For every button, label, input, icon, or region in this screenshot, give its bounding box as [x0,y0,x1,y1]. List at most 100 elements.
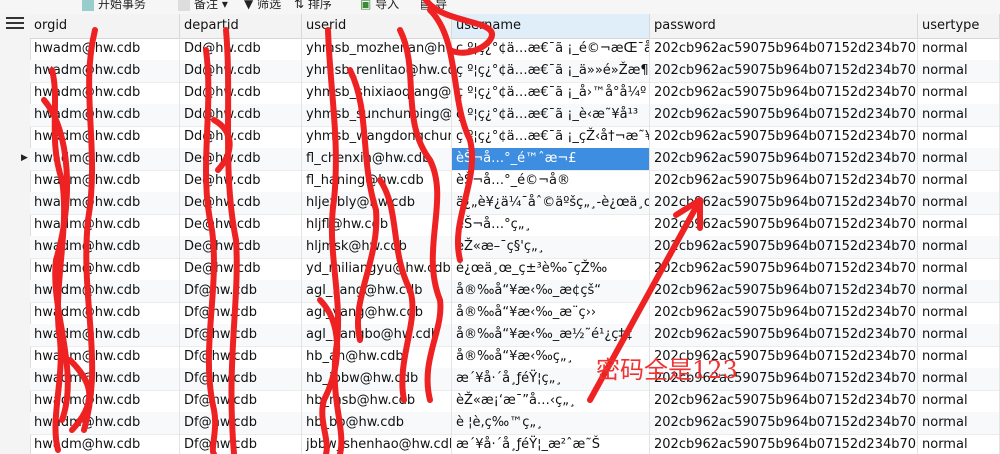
export-button[interactable]: ▤ 导 [420,0,447,12]
cell-username[interactable]: èŠ¬å…°_é™ˆæ¬£ [452,148,650,170]
column-header-userid[interactable]: userid [302,14,452,38]
table-row[interactable]: hwadm@hw.cdbDd@hw.cdbyhmsb_sunchunping@h… [30,104,1000,127]
cell-departid[interactable]: Df@hw.cdb [180,390,302,412]
memo-button[interactable]: 备注 ▾ [178,0,228,12]
cell-usertype[interactable]: normal [918,302,1000,324]
table-row[interactable]: hwadm@hw.cdbDd@hw.cdbyhmsb_mozhenan@hw.c… [30,38,1000,61]
table-row[interactable]: hwadm@hw.cdb De@hw.cdb hljexbly@hw.cdb ä¿„è… [30,192,1000,215]
cell-departid[interactable]: Df@hw.cdb [180,302,302,324]
cell-departid[interactable]: Dd@hw.cdb [180,104,302,126]
cell-password[interactable]: 202cb962ac59075b964b07152d234b70 [650,214,918,236]
cell-orgid[interactable]: hwadm@hw.cdb [30,390,180,412]
cell-usertype[interactable]: normal [918,258,1000,280]
cell-departid[interactable]: De@hw.cdb [180,214,302,236]
cell-password[interactable]: 202cb962ac59075b964b07152d234b70 [650,192,918,214]
cell-usertype[interactable]: normal [918,192,1000,214]
cell-password[interactable]: 202cb962ac59075b964b07152d234b70 [650,390,918,412]
cell-departid[interactable]: Df@hw.cdb [180,368,302,390]
table-row[interactable]: hwadm@hw.cdb Df@hw.cdb hb_bp@hw.cdb è ¦è,ç‰… [30,412,1000,435]
cell-departid[interactable]: Dd@hw.cdb [180,38,302,60]
cell-orgid[interactable]: hwadm@hw.cdb [30,346,180,368]
table-row[interactable]: hwadm@hw.cdb De@hw.cdb hljfl@hw.cdb èŠ¬å…°ç… [30,214,1000,237]
cell-userid[interactable]: hb_an@hw.cdb [302,346,452,368]
sort-button[interactable]: ⇅ 排序 [294,0,332,12]
menu-icon[interactable] [6,17,24,19]
cell-usertype[interactable]: normal [918,346,1000,368]
cell-usertype[interactable]: normal [918,148,1000,170]
column-header-username[interactable]: username [452,14,650,38]
table-row[interactable]: hwadm@hw.cdb De@hw.cdb fl_chenxin@hw.cdb èŠ… [30,148,1000,171]
cell-orgid[interactable]: hwadm@hw.cdb [30,104,180,126]
cell-password[interactable]: 202cb962ac59075b964b07152d234b70 [650,302,918,324]
cell-usertype[interactable]: normal [918,214,1000,236]
cell-password[interactable]: 202cb962ac59075b964b07152d234b70 [650,412,918,434]
cell-userid[interactable]: agl_yangbo@hw.cdb [302,324,452,346]
cell-departid[interactable]: Df@hw.cdb [180,280,302,302]
cell-username[interactable]: å®‰å“¥æ‹‰_æ¢çš“ [452,280,650,302]
table-row[interactable]: hwadm@hw.cdb Df@hw.cdb hb_an@hw.cdb å®‰å“¥æ… [30,346,1000,369]
cell-userid[interactable]: yhmsb_renlitao@hw.cdb [302,60,452,82]
cell-userid[interactable]: agl_yang@hw.cdb [302,302,452,324]
column-header-usertype[interactable]: usertype [918,14,1000,38]
import-button[interactable]: ▣ 导入 [360,0,399,12]
cell-username[interactable]: å®‰å“¥æ‹‰_æ¨ç›› [452,302,650,324]
cell-password[interactable]: 202cb962ac59075b964b07152d234b70 [650,170,918,192]
cell-password[interactable]: 202cb962ac59075b964b07152d234b70 [650,126,918,148]
cell-password[interactable]: 202cb962ac59075b964b07152d234b70 [650,324,918,346]
cell-username[interactable]: æ´¥å·´å¸ƒéŸ¦_æ²ˆæ˜Š [452,434,650,454]
cell-password[interactable]: 202cb962ac59075b964b07152d234b70 [650,258,918,280]
table-row[interactable]: hwadm@hw.cdb Df@hw.cdb agl_yangbo@hw.cdb å®… [30,324,1000,347]
cell-password[interactable]: 202cb962ac59075b964b07152d234b70 [650,236,918,258]
cell-departid[interactable]: Dd@hw.cdb [180,60,302,82]
cell-departid[interactable]: Df@hw.cdb [180,412,302,434]
table-row[interactable]: hwadm@hw.cdb Df@hw.cdb hb_msb@hw.cdb èŽ«æ¡‘… [30,390,1000,413]
cell-orgid[interactable]: hwadm@hw.cdb [30,258,180,280]
cell-username[interactable]: èŽ«æ–¯ç§'ç„¸ [452,236,650,258]
cell-departid[interactable]: De@hw.cdb [180,258,302,280]
cell-username[interactable]: ç º¦ç¿°¢ä…æ€¯ã ¡_è‹æ˜¥å¹³ [452,104,650,126]
cell-orgid[interactable]: hwadm@hw.cdb [30,38,180,60]
data-grid[interactable]: orgid departid userid username password usert… [30,14,1000,454]
cell-departid[interactable]: Dd@hw.cdb [180,126,302,148]
cell-userid[interactable]: yhmsb_shixiaoqiang@hw.cdb [302,82,452,104]
cell-userid[interactable]: fl_haning@hw.cdb [302,170,452,192]
table-row[interactable]: hwadm@hw.cdb Df@hw.cdb agl_yang@hw.cdb å®‰å… [30,302,1000,325]
table-row[interactable]: hwadm@hw.cdbDd@hw.cdbyhmsb_wangdongchun@… [30,126,1000,149]
cell-orgid[interactable]: hwadm@hw.cdb [30,214,180,236]
cell-orgid[interactable]: hwadm@hw.cdb [30,412,180,434]
cell-userid[interactable]: yd_miliangyu@hw.cdb [302,258,452,280]
cell-password[interactable]: 202cb962ac59075b964b07152d234b70 [650,82,918,104]
cell-usertype[interactable]: normal [918,434,1000,454]
begin-transaction-button[interactable]: 开始事务 [82,0,146,12]
cell-orgid[interactable]: hwadm@hw.cdb [30,280,180,302]
cell-username[interactable]: èŽ«æ¡‘æ¯”å…‹ç„¸ [452,390,650,412]
cell-departid[interactable]: Df@hw.cdb [180,434,302,454]
table-row[interactable]: hwadm@hw.cdb Df@hw.cdb agl_liang@hw.cdb å®‰… [30,280,1000,303]
cell-username[interactable]: èŠ¬å…°ç„¸ [452,214,650,236]
table-row[interactable]: hwadm@hw.cdb De@hw.cdb yd_miliangyu@hw.cdb… [30,258,1000,281]
cell-usertype[interactable]: normal [918,60,1000,82]
column-header-orgid[interactable]: orgid [30,14,180,38]
cell-password[interactable]: 202cb962ac59075b964b07152d234b70 [650,60,918,82]
cell-username[interactable]: ä¿„è¥¿ä¼¯åˆ©äºšç„¸-è¿œä¸œç„¸ [452,192,650,214]
cell-orgid[interactable]: hwadm@hw.cdb [30,126,180,148]
cell-userid[interactable]: hljmsk@hw.cdb [302,236,452,258]
cell-departid[interactable]: De@hw.cdb [180,236,302,258]
cell-orgid[interactable]: hwadm@hw.cdb [30,170,180,192]
table-row[interactable]: hwadm@hw.cdb Df@hw.cdb hb_jbbw@hw.cdb æ´¥å·… [30,368,1000,391]
cell-usertype[interactable]: normal [918,412,1000,434]
cell-userid[interactable]: fl_chenxin@hw.cdb [302,148,452,170]
cell-userid[interactable]: hljfl@hw.cdb [302,214,452,236]
cell-username[interactable]: ç º¦ç¿°¢ä…æ€¯ã ¡_é©¬æŒ¯å®‰ [452,38,650,60]
cell-departid[interactable]: De@hw.cdb [180,170,302,192]
cell-departid[interactable]: De@hw.cdb [180,148,302,170]
cell-username[interactable]: è¿œä¸œ_ç±³è‰¯çŽ‰ [452,258,650,280]
cell-orgid[interactable]: hwadm@hw.cdb [30,236,180,258]
table-row[interactable]: hwadm@hw.cdb De@hw.cdb fl_haning@hw.cdb èŠ¬… [30,170,1000,193]
cell-userid[interactable]: hb_bp@hw.cdb [302,412,452,434]
cell-usertype[interactable]: normal [918,104,1000,126]
cell-userid[interactable]: yhmsb_mozhenan@hw.cdb [302,38,452,60]
cell-usertype[interactable]: normal [918,170,1000,192]
cell-password[interactable]: 202cb962ac59075b964b07152d234b70 [650,38,918,60]
cell-password[interactable]: 202cb962ac59075b964b07152d234b70 [650,104,918,126]
